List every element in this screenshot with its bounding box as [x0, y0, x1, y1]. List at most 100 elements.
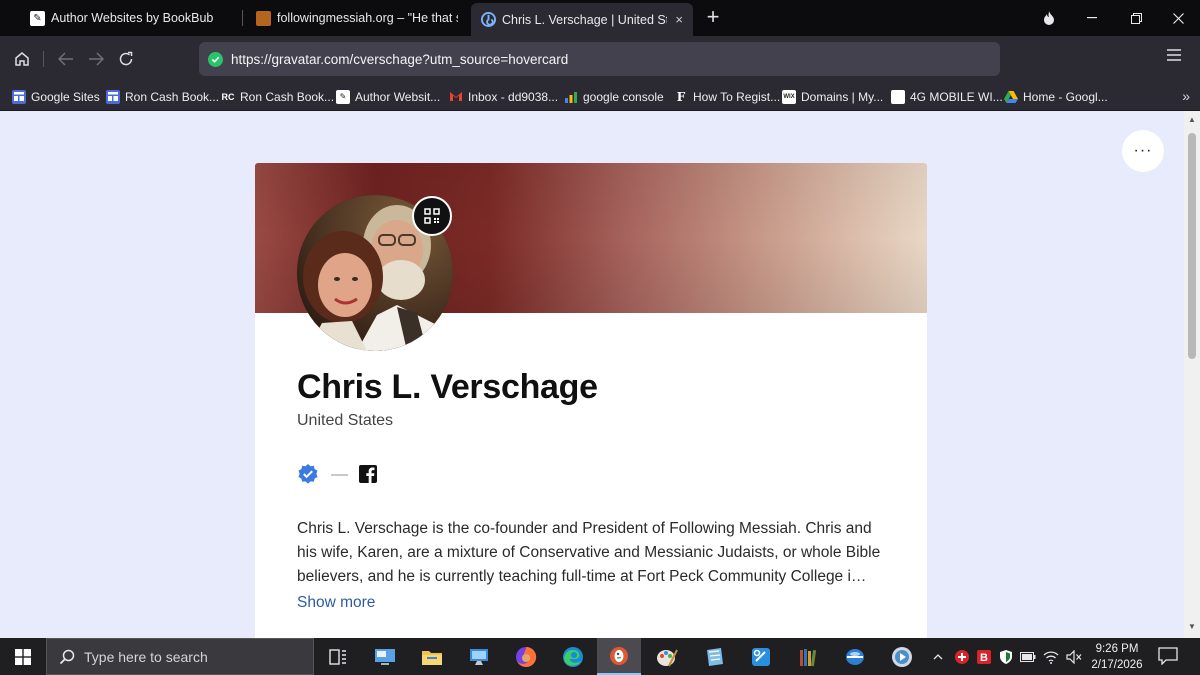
svg-text:B: B — [980, 652, 988, 664]
firefox-view-icon[interactable] — [1027, 0, 1071, 36]
taskbar-search-box[interactable]: Type here to search — [46, 638, 314, 675]
bookmark-how-to-register[interactable]: F How To Regist... — [674, 87, 780, 106]
back-button[interactable] — [53, 46, 79, 72]
bookmark-domains[interactable]: WIX Domains | My... — [782, 87, 883, 106]
hamburger-menu-icon[interactable] — [1166, 48, 1188, 70]
tab-strip: ✎ Author Websites by BookBub followingme… — [0, 0, 1200, 36]
bookmark-label: Home - Googl... — [1023, 89, 1108, 104]
taskbar-clock[interactable]: 9:26 PM 2/17/2026 — [1086, 641, 1148, 673]
remote-desktop-icon[interactable] — [464, 642, 494, 672]
bookmark-label: How To Regist... — [693, 89, 781, 104]
tab-followingmessiah[interactable]: followingmessiah.org – "He that sa — [246, 0, 468, 36]
qr-code-button[interactable] — [412, 196, 452, 236]
bookmark-label: Google Sites — [31, 89, 100, 104]
bookmark-gmail-inbox[interactable]: Inbox - dd9038... — [449, 87, 558, 106]
tab-gravatar[interactable]: Chris L. Verschage | United Sta × — [471, 3, 693, 36]
media-player-icon[interactable] — [887, 642, 917, 672]
b-app-tray-icon[interactable]: B — [974, 638, 994, 675]
minimize-button[interactable] — [1070, 0, 1114, 36]
start-button[interactable] — [0, 638, 46, 675]
reload-button[interactable] — [113, 46, 139, 72]
more-options-button[interactable]: ··· — [1122, 130, 1164, 172]
verified-badge-icon[interactable] — [297, 463, 319, 485]
tab-separator — [242, 10, 243, 26]
sites-icon — [106, 89, 120, 104]
tab-bookbub[interactable]: ✎ Author Websites by BookBub — [20, 0, 240, 36]
tab-title: Chris L. Verschage | United Sta — [502, 12, 668, 27]
paint-icon[interactable] — [652, 642, 682, 672]
snipping-tool-icon[interactable] — [746, 642, 776, 672]
wix-icon: WIX — [782, 89, 796, 104]
navigation-toolbar: https://gravatar.com/cverschage?utm_sour… — [0, 36, 1200, 82]
home-button[interactable] — [9, 46, 35, 72]
file-explorer-icon[interactable] — [417, 642, 447, 672]
page-scrollbar[interactable]: ▲ ▼ — [1184, 111, 1200, 638]
clock-date: 2/17/2026 — [1091, 659, 1143, 671]
bookmark-google-drive[interactable]: Home - Googl... — [1004, 87, 1108, 106]
bookmark-google-console[interactable]: google console — [564, 87, 664, 106]
chevron-double-right-icon[interactable]: » — [1182, 88, 1190, 104]
close-window-button[interactable] — [1156, 0, 1200, 36]
bookbub-icon: ✎ — [30, 10, 45, 26]
bookmark-label: Domains | My... — [801, 89, 884, 104]
books-app-icon[interactable] — [793, 642, 823, 672]
address-bar[interactable]: https://gravatar.com/cverschage?utm_sour… — [199, 42, 1000, 76]
security-shield-icon[interactable] — [996, 638, 1016, 675]
disk-utility-icon[interactable] — [840, 642, 870, 672]
bookmark-label: Inbox - dd9038... — [468, 89, 559, 104]
notification-icon[interactable] — [1158, 647, 1178, 667]
edge-icon[interactable] — [558, 642, 588, 672]
profile-card: Chris L. Verschage United States Chris L… — [255, 163, 927, 638]
notes-app-icon[interactable] — [699, 642, 729, 672]
duckduckgo-icon[interactable] — [597, 638, 641, 675]
scroll-up-arrow-icon[interactable]: ▲ — [1187, 115, 1197, 125]
wifi-icon[interactable] — [1040, 638, 1062, 675]
search-placeholder: Type here to search — [84, 648, 208, 665]
f-icon: F — [676, 89, 686, 104]
antivirus-tray-icon[interactable] — [952, 638, 972, 675]
search-console-icon — [564, 90, 578, 104]
bookmark-ron-cash-sites[interactable]: Ron Cash Book... — [106, 87, 219, 106]
clock-time: 9:26 PM — [1095, 643, 1139, 655]
qr-code-icon — [424, 208, 440, 224]
bookmark-ron-cash-rc[interactable]: RC Ron Cash Book... — [221, 87, 334, 106]
profile-location: United States — [297, 412, 394, 429]
gravatar-icon — [481, 12, 496, 27]
gmail-icon — [449, 90, 463, 104]
search-icon — [59, 649, 75, 664]
chevron-up-icon[interactable] — [928, 638, 948, 675]
control-panel-icon[interactable] — [370, 642, 400, 672]
toolbar-separator — [43, 51, 44, 67]
scrollbar-thumb[interactable] — [1188, 133, 1196, 359]
blank-page-icon — [891, 89, 905, 104]
profile-name: Chris L. Verschage — [297, 368, 598, 406]
url-text: https://gravatar.com/cverschage?utm_sour… — [231, 51, 569, 67]
battery-icon[interactable] — [1018, 638, 1038, 675]
task-view-icon[interactable] — [323, 642, 353, 672]
windows-taskbar: Type here to search B 9:26 PM 2/17/2026 — [0, 638, 1200, 675]
windows-logo-icon — [15, 648, 31, 665]
google-drive-icon — [1004, 90, 1018, 104]
bookmark-label: 4G MOBILE WI... — [910, 89, 1003, 104]
tab-title: Author Websites by BookBub — [51, 11, 214, 25]
bookmark-4g-mobile[interactable]: 4G MOBILE WI... — [891, 87, 1003, 106]
bookmark-google-sites[interactable]: Google Sites — [12, 87, 100, 106]
facebook-icon[interactable] — [359, 465, 377, 483]
bookmark-label: google console — [583, 89, 664, 104]
new-tab-button[interactable]: + — [700, 4, 726, 30]
bookmark-label: Author Websit... — [355, 89, 441, 104]
divider — [331, 474, 348, 476]
tab-title: followingmessiah.org – "He that sa — [277, 11, 458, 25]
forward-button[interactable] — [83, 46, 109, 72]
page-viewport: ··· Chris L. Verschage United States Chr… — [0, 111, 1184, 638]
restore-button[interactable] — [1114, 0, 1158, 36]
firefox-icon[interactable] — [511, 642, 541, 672]
volume-muted-icon[interactable] — [1063, 638, 1085, 675]
google-sites-icon — [12, 89, 26, 104]
rc-icon: RC — [221, 89, 235, 104]
scroll-down-arrow-icon[interactable]: ▼ — [1187, 622, 1197, 632]
close-tab-icon[interactable]: × — [675, 12, 683, 27]
shield-check-icon[interactable] — [208, 51, 223, 67]
bookmark-author-websites[interactable]: ✎ Author Websit... — [336, 87, 440, 106]
show-more-link[interactable]: Show more — [297, 594, 375, 612]
